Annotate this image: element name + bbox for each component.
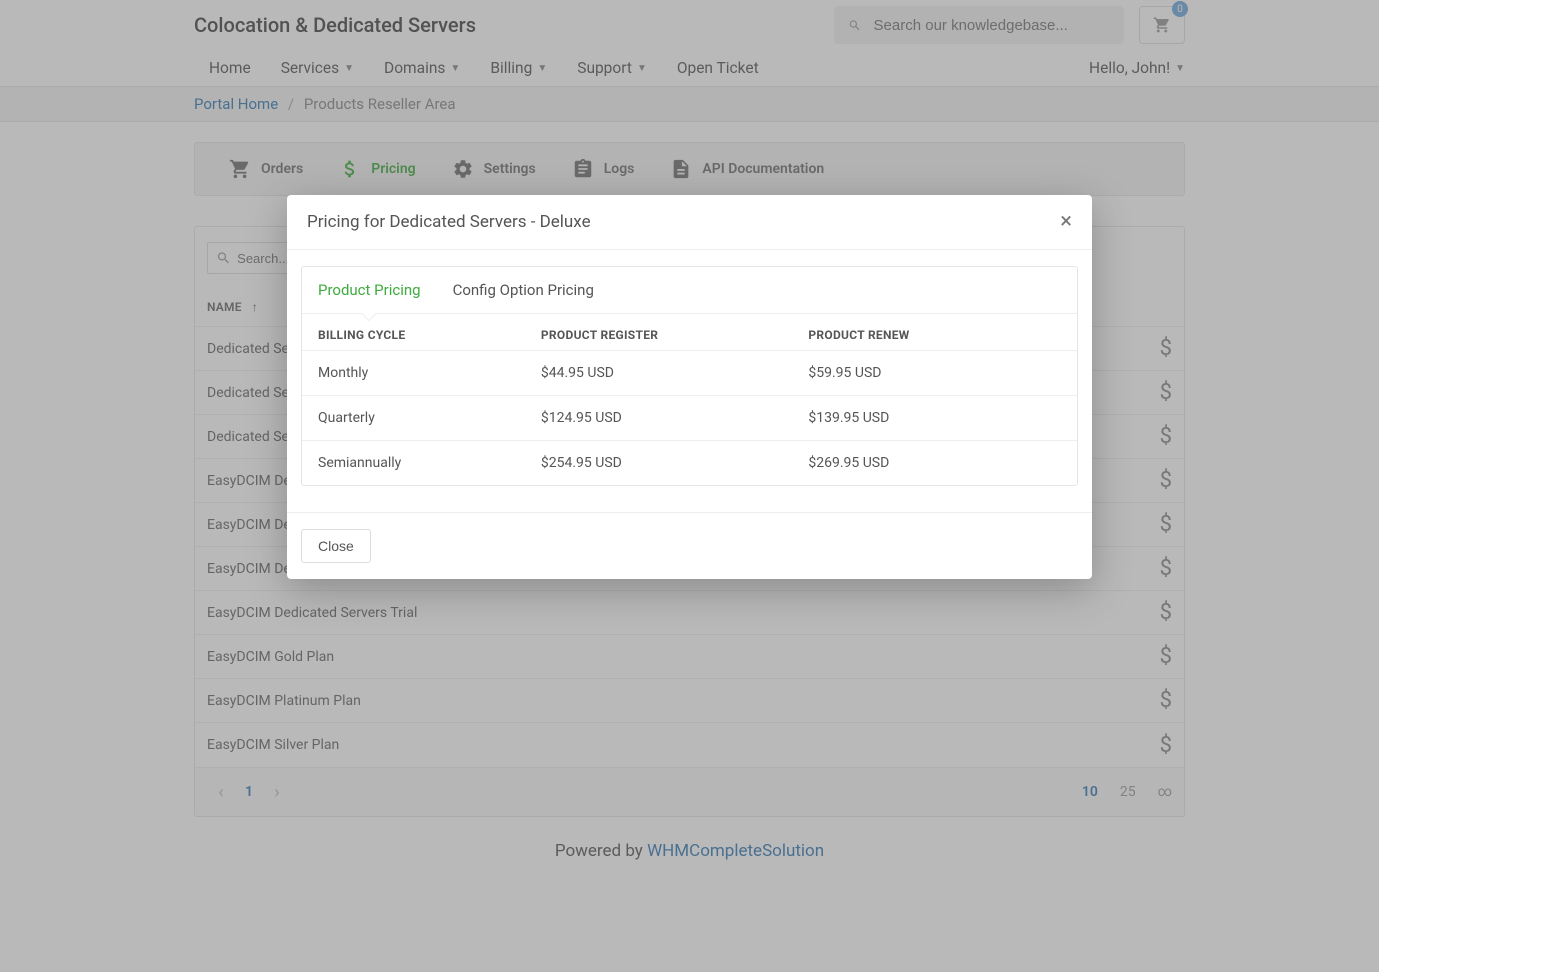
cell-register: $124.95 USD — [541, 410, 808, 426]
close-icon[interactable]: × — [1060, 211, 1072, 233]
pricing-row: Quarterly$124.95 USD$139.95 USD — [302, 396, 1077, 441]
cell-cycle: Monthly — [318, 365, 541, 381]
cell-renew: $59.95 USD — [808, 365, 1061, 381]
cell-cycle: Quarterly — [318, 410, 541, 426]
cell-register: $44.95 USD — [541, 365, 808, 381]
modal-title: Pricing for Dedicated Servers - Deluxe — [307, 212, 591, 232]
pricing-modal: Pricing for Dedicated Servers - Deluxe ×… — [287, 195, 1092, 579]
cell-renew: $139.95 USD — [808, 410, 1061, 426]
pricing-row: Monthly$44.95 USD$59.95 USD — [302, 351, 1077, 396]
th-product-renew: PRODUCT RENEW — [808, 328, 1061, 342]
cell-register: $254.95 USD — [541, 455, 808, 471]
th-product-register: PRODUCT REGISTER — [541, 328, 808, 342]
close-button[interactable]: Close — [301, 529, 371, 563]
pricing-row: Semiannually$254.95 USD$269.95 USD — [302, 441, 1077, 485]
th-billing-cycle: BILLING CYCLE — [318, 328, 541, 342]
cell-renew: $269.95 USD — [808, 455, 1061, 471]
tab-product-pricing[interactable]: Product Pricing — [302, 267, 437, 313]
tab-config-option-pricing[interactable]: Config Option Pricing — [437, 267, 610, 313]
modal-overlay[interactable]: Pricing for Dedicated Servers - Deluxe ×… — [0, 0, 1379, 972]
cell-cycle: Semiannually — [318, 455, 541, 471]
